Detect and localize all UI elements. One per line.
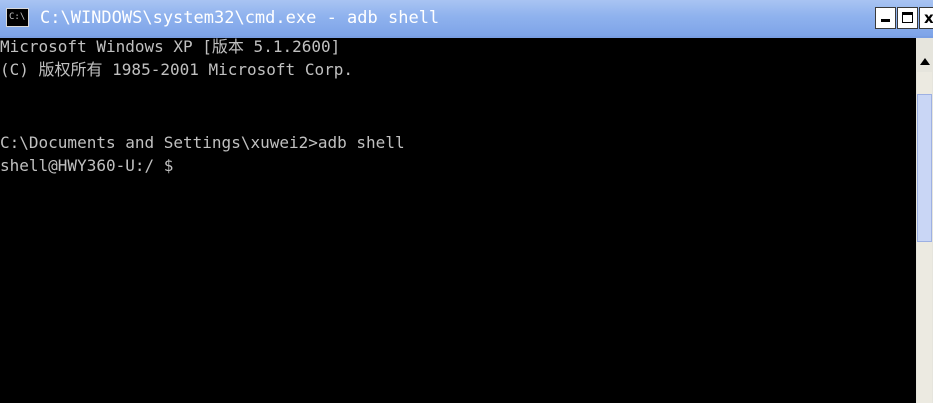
console-line-prompt: shell@HWY360-U:/ $ <box>0 156 174 175</box>
window-title: C:\WINDOWS\system32\cmd.exe - adb shell <box>40 8 440 28</box>
console-line-version: Microsoft Windows XP [版本 5.1.2600] <box>0 38 341 56</box>
title-bar[interactable]: C:\ C:\WINDOWS\system32\cmd.exe - adb sh… <box>0 0 933 38</box>
console-line-command: C:\Documents and Settings\xuwei2>adb she… <box>0 133 405 152</box>
close-icon: x <box>924 9 933 27</box>
close-button[interactable]: x <box>919 7 933 29</box>
console-line-copyright: (C) 版权所有 1985-2001 Microsoft Corp. <box>0 60 353 79</box>
maximize-button[interactable] <box>897 7 918 29</box>
scroll-up-arrow-icon[interactable] <box>916 52 933 72</box>
cmd-window: C:\ C:\WINDOWS\system32\cmd.exe - adb sh… <box>0 0 933 403</box>
minimize-button[interactable] <box>875 7 896 29</box>
cmd-icon[interactable]: C:\ <box>6 8 29 27</box>
vertical-scrollbar[interactable] <box>916 38 933 403</box>
scroll-thumb[interactable] <box>917 94 932 242</box>
console-output[interactable]: Microsoft Windows XP [版本 5.1.2600] (C) 版… <box>0 38 916 403</box>
